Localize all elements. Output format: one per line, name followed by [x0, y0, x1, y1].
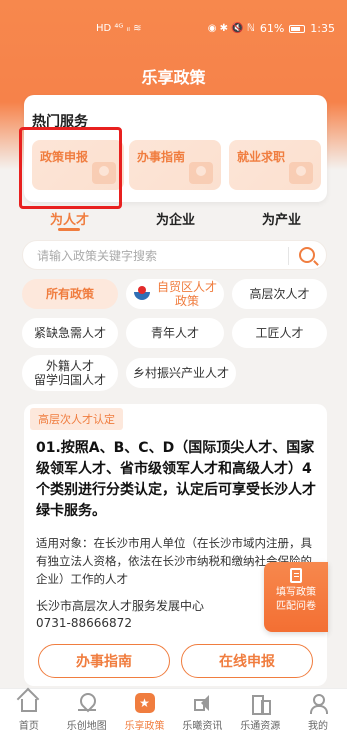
- category-ftz-talent[interactable]: 自贸区人才 政策: [126, 279, 224, 309]
- page-title: 乐享政策: [141, 68, 206, 87]
- home-icon: [20, 699, 37, 712]
- battery-percent: 61%: [259, 22, 285, 35]
- chip-label: 青年人才: [150, 325, 199, 340]
- category-all[interactable]: 所有政策: [22, 279, 118, 309]
- megaphone-icon: [192, 693, 212, 713]
- nav-mine[interactable]: 我的: [289, 689, 347, 732]
- category-craftsman[interactable]: 工匠人才: [232, 318, 327, 348]
- nav-home[interactable]: 首页: [0, 689, 58, 732]
- policy-card[interactable]: 高层次人才认定 01.按照A、B、C、D（国际顶尖人才、国家级领军人才、省市级领…: [24, 404, 327, 686]
- chip-label-line2: 政策: [174, 294, 199, 308]
- status-right: ◉ ✱ 🔇 ℕ 61% 1:35: [208, 22, 335, 35]
- nav-label: 乐通资源: [240, 721, 281, 732]
- chip-label: 工匠人才: [255, 325, 304, 340]
- chip-label: 高层次人才: [249, 286, 310, 301]
- star-icon: ★: [134, 693, 155, 713]
- tab-for-talent[interactable]: 为人才: [50, 209, 89, 228]
- survey-float-button[interactable]: 填写政策 匹配问卷: [264, 562, 328, 632]
- nav-label: 乐创地图: [66, 721, 107, 732]
- policy-phone: 0731-88666872: [36, 616, 132, 630]
- category-urgent[interactable]: 紧缺急需人才: [22, 318, 118, 348]
- tab-for-industry[interactable]: 为产业: [262, 209, 301, 228]
- bottom-nav: 首页 乐创地图 ★ 乐享政策 乐曦资讯 乐通资源 我的: [0, 688, 347, 732]
- network-icons: HD ⁴ᴳ ᵢₗ ≋: [96, 23, 142, 34]
- nav-map[interactable]: 乐创地图: [58, 689, 116, 732]
- clock: 1:35: [310, 22, 335, 35]
- category-youth[interactable]: 青年人才: [126, 318, 224, 348]
- chip-label: 外籍人才 留学归国人才: [34, 359, 106, 388]
- survey-label-line1: 填写政策: [276, 587, 316, 598]
- chip-label-line2: 留学归国人才: [33, 373, 106, 387]
- active-tab-underline: [58, 228, 80, 231]
- category-rural[interactable]: 乡村振兴产业人才: [126, 358, 236, 388]
- building-icon: [289, 162, 313, 184]
- status-bar: HD ⁴ᴳ ᵢₗ ≋ ◉ ✱ 🔇 ℕ 61% 1:35: [0, 0, 347, 40]
- policy-heading: 01.按照A、B、C、D（国际顶尖人才、国家级领军人才、省市级领军人才和高级人才…: [36, 440, 316, 519]
- category-high-level[interactable]: 高层次人才: [232, 279, 327, 309]
- ftz-logo-icon: [133, 285, 151, 303]
- nav-label: 乐享政策: [124, 721, 165, 732]
- service-guide[interactable]: 办事指南: [129, 140, 221, 190]
- building-icon: [250, 693, 272, 715]
- search-divider: [288, 247, 289, 265]
- guide-button[interactable]: 办事指南: [38, 644, 170, 678]
- chip-label: 乡村振兴产业人才: [132, 365, 229, 380]
- nav-news[interactable]: 乐曦资讯: [173, 689, 231, 732]
- category-foreign-returnee[interactable]: 外籍人才 留学归国人才: [22, 355, 118, 391]
- policy-tag: 高层次人才认定: [30, 408, 123, 430]
- chip-label: 紧缺急需人才: [33, 325, 106, 340]
- chip-label: 自贸区人才 政策: [157, 280, 217, 309]
- search-icon[interactable]: [299, 247, 315, 263]
- service-label: 就业求职: [237, 150, 286, 164]
- map-pin-icon: [77, 693, 97, 713]
- nav-policy[interactable]: ★ 乐享政策: [116, 689, 174, 732]
- service-employment[interactable]: 就业求职: [229, 140, 321, 190]
- policy-org: 长沙市高层次人才服务发展中心: [36, 599, 205, 613]
- nav-label: 首页: [18, 721, 39, 732]
- document-icon: [290, 568, 302, 583]
- nav-label: 乐曦资讯: [182, 721, 223, 732]
- chip-label: 所有政策: [45, 286, 94, 301]
- apply-online-button[interactable]: 在线申报: [181, 644, 313, 678]
- nav-resources[interactable]: 乐通资源: [231, 689, 289, 732]
- desk-icon: [189, 162, 213, 184]
- chip-label-line1: 外籍人才: [45, 358, 94, 373]
- battery-icon: [289, 24, 306, 33]
- service-label: 办事指南: [137, 150, 186, 164]
- search-bar: [22, 240, 327, 270]
- system-icons: ◉ ✱ 🔇 ℕ: [207, 23, 255, 34]
- user-icon: [308, 693, 329, 714]
- tab-for-enterprise[interactable]: 为企业: [156, 209, 195, 228]
- nav-label: 我的: [308, 721, 329, 732]
- survey-label-line2: 匹配问卷: [276, 601, 316, 612]
- search-input[interactable]: [37, 247, 277, 265]
- highlight-annotation-box: [19, 127, 122, 209]
- status-left: HD ⁴ᴳ ᵢₗ ≋: [96, 23, 141, 34]
- chip-label-line1: 自贸区人才: [156, 279, 217, 294]
